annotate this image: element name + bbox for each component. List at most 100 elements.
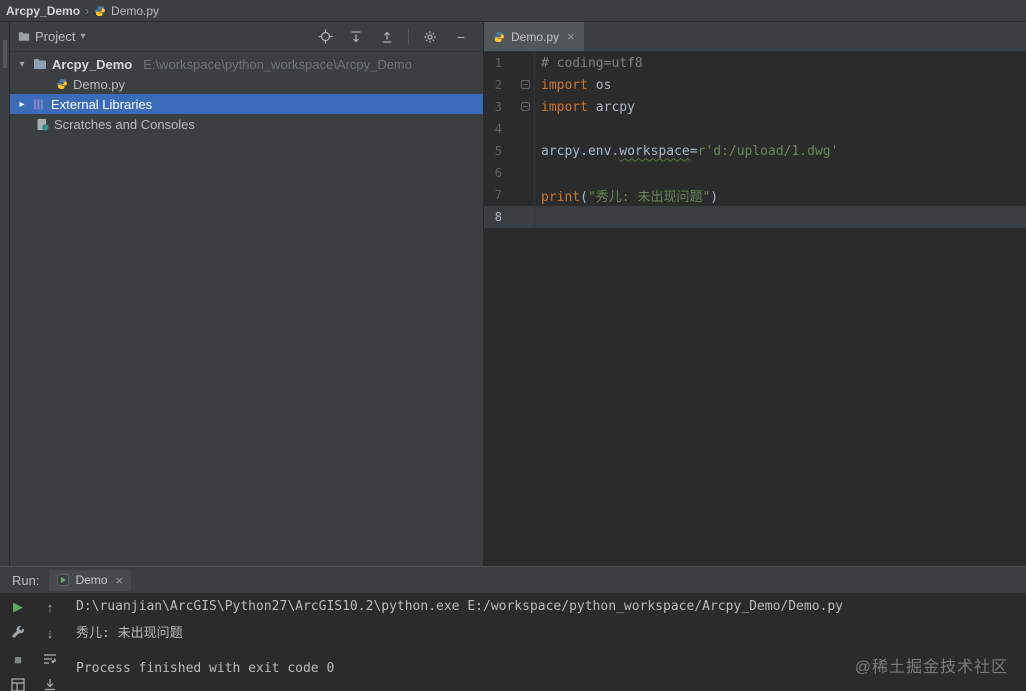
line-number[interactable]: 1 [484, 56, 502, 70]
code-line[interactable]: 7 print("秀儿: 未出现问题") [484, 184, 1026, 206]
code-line-text: import arcpy [535, 100, 635, 115]
editor-tab-label: Demo.py [511, 29, 560, 44]
line-number[interactable]: 3 [484, 100, 502, 114]
code-token: arcpy.env. [541, 143, 620, 159]
console-line: D:\ruanjian\ArcGIS\Python27\ArcGIS10.2\p… [76, 599, 844, 614]
run-configuration-icon [57, 574, 70, 586]
editor-gutter[interactable]: 1 [484, 52, 535, 74]
tool-window-stripe-button[interactable] [3, 40, 7, 68]
chevron-right-icon[interactable]: ▸ [16, 99, 28, 110]
editor-area: Demo.py × 1 # coding=utf8 2 import os 3 impor… [484, 22, 1026, 566]
tree-item-path: E:\workspace\python_workspace\Arcpy_Demo [143, 56, 412, 72]
code-token: = [689, 143, 698, 159]
arrow-down-icon[interactable]: ↓ [40, 623, 60, 643]
breadcrumb: Arcpy_Demo › Demo.py [0, 0, 1026, 22]
editor-gutter[interactable]: 6 [484, 162, 535, 184]
python-file-icon [56, 78, 68, 90]
code-token: arcpy [587, 99, 635, 115]
code-token: "秀儿: 未出现问题" [587, 189, 711, 205]
python-file-icon [94, 5, 106, 17]
editor-gutter[interactable]: 8 [484, 206, 535, 228]
left-tool-window-stripe[interactable] [0, 22, 10, 566]
project-view-icon [18, 31, 30, 42]
watermark: @稀土掘金技术社区 [854, 659, 1008, 676]
scratches-icon [36, 118, 49, 131]
fold-marker-icon[interactable] [521, 102, 530, 111]
code-token: # coding=utf8 [541, 55, 643, 71]
code-line[interactable]: 2 import os [484, 74, 1026, 96]
line-number[interactable]: 5 [484, 144, 502, 158]
editor-gutter[interactable]: 4 [484, 118, 535, 140]
project-tree: ▾ Arcpy_Demo E:\workspace\python_workspa… [10, 52, 483, 134]
code-token: r'd:/upload/1.dwg' [697, 143, 839, 159]
run-tool-window: Run: Demo × ▶ ↑ ↓ ■ D:\ruanjian\ArcGIS\P… [0, 566, 1026, 691]
scroll-to-end-icon[interactable] [40, 675, 60, 691]
editor-gutter[interactable]: 2 [484, 74, 535, 96]
tree-item-label: Demo.py [73, 76, 126, 92]
tree-item-label: External Libraries [51, 96, 153, 112]
code-editor[interactable]: 1 # coding=utf8 2 import os 3 import arcpy 4 5 a… [484, 52, 1026, 566]
fold-marker-icon[interactable] [521, 80, 530, 89]
tree-item-arcpy-demo[interactable]: ▾ Arcpy_Demo E:\workspace\python_workspa… [10, 54, 483, 74]
code-token: ( [580, 189, 588, 205]
code-line-text: import os [535, 78, 611, 93]
arrow-up-icon[interactable]: ↑ [40, 597, 60, 617]
code-token: import [541, 77, 588, 93]
line-number[interactable]: 7 [484, 188, 502, 202]
soft-wrap-icon[interactable] [40, 649, 60, 669]
breadcrumb-file[interactable]: Demo.py [111, 4, 159, 18]
line-number[interactable]: 4 [484, 122, 502, 136]
project-panel-header: Project ▾ − [10, 22, 483, 52]
wrench-icon[interactable] [8, 623, 28, 643]
code-line[interactable]: 3 import arcpy [484, 96, 1026, 118]
collapse-all-icon[interactable] [377, 27, 397, 47]
code-line[interactable]: 5 arcpy.env.workspace=r'd:/upload/1.dwg' [484, 140, 1026, 162]
chevron-down-icon[interactable]: ▾ [16, 59, 28, 70]
code-line[interactable]: 8 [484, 206, 1026, 228]
breadcrumb-separator-icon: › [85, 3, 90, 18]
code-token: import [541, 99, 588, 115]
tree-item-demo-py[interactable]: Demo.py [10, 74, 483, 94]
libraries-icon [33, 98, 46, 111]
close-icon[interactable]: × [115, 573, 123, 588]
code-token: workspace [619, 143, 690, 159]
editor-gutter[interactable]: 7 [484, 184, 535, 206]
pycharm-window: Arcpy_Demo › Demo.py Project ▾ − ▾ Arcpy… [0, 0, 1026, 691]
run-content: ▶ ↑ ↓ ■ D:\ruanjian\ArcGIS\Python27\ArcG… [0, 593, 1026, 691]
close-icon[interactable]: × [567, 29, 575, 44]
code-line[interactable]: 4 [484, 118, 1026, 140]
code-line-text: arcpy.env.workspace=r'd:/upload/1.dwg' [535, 144, 838, 159]
run-toolbar: ▶ ↑ ↓ ■ [0, 593, 66, 691]
line-number[interactable]: 8 [484, 210, 502, 224]
line-number[interactable]: 2 [484, 78, 502, 92]
code-line-text: print("秀儿: 未出现问题") [535, 186, 718, 205]
restore-layout-icon[interactable] [8, 675, 28, 691]
editor-gutter[interactable]: 3 [484, 96, 535, 118]
code-line[interactable]: 1 # coding=utf8 [484, 52, 1026, 74]
run-tab-label: Demo [75, 573, 108, 587]
code-token: print [541, 189, 581, 205]
editor-gutter[interactable]: 5 [484, 140, 535, 162]
tree-item-external-libraries[interactable]: ▸ External Libraries [10, 94, 483, 114]
toolbar-divider [408, 28, 409, 45]
python-file-icon [493, 31, 505, 43]
code-token: os [587, 77, 612, 93]
run-tab-demo[interactable]: Demo × [49, 569, 132, 591]
hide-tool-window-icon[interactable]: − [451, 27, 471, 47]
expand-all-icon[interactable] [346, 27, 366, 47]
run-tab-bar: Run: Demo × [0, 567, 1026, 593]
console-line: 秀儿: 未出现问题 [76, 626, 183, 641]
code-line-text: # coding=utf8 [535, 56, 643, 71]
code-line[interactable]: 6 [484, 162, 1026, 184]
breadcrumb-project[interactable]: Arcpy_Demo [6, 4, 80, 18]
rerun-icon[interactable]: ▶ [8, 597, 28, 617]
line-number[interactable]: 6 [484, 166, 502, 180]
locate-file-icon[interactable] [315, 27, 335, 47]
project-panel-title[interactable]: Project [35, 29, 75, 44]
editor-tab-bar: Demo.py × [484, 22, 1026, 52]
stop-icon[interactable]: ■ [8, 649, 28, 669]
chevron-down-icon[interactable]: ▾ [80, 31, 85, 42]
tree-item-scratches-and-consoles[interactable]: Scratches and Consoles [10, 114, 483, 134]
settings-gear-icon[interactable] [420, 27, 440, 47]
editor-tab-demo-py[interactable]: Demo.py × [484, 22, 584, 51]
